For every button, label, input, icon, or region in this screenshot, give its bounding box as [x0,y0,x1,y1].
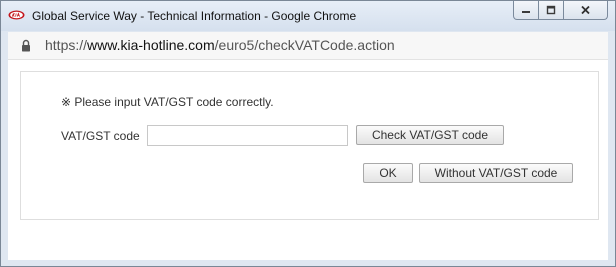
window-controls [513,1,608,21]
minimize-button[interactable] [513,1,539,20]
url-path: /euro5/checkVATCode.action [214,37,395,53]
notice-text: ※ Please input VAT/GST code correctly. [61,95,274,109]
url-host: www.kia-hotline.com [87,37,215,53]
close-icon [581,5,590,15]
vat-form-panel: ※ Please input VAT/GST code correctly. V… [20,71,599,220]
maximize-icon [546,5,556,15]
minimize-icon [522,11,530,13]
url-text[interactable]: https://www.kia-hotline.com/euro5/checkV… [45,37,395,53]
ok-button[interactable]: OK [363,163,413,183]
without-vat-button[interactable]: Without VAT/GST code [419,163,573,183]
url-prefix: https:// [45,37,88,53]
kia-logo-icon [8,10,25,20]
title-bar[interactable]: Global Service Way - Technical Informati… [1,1,615,31]
browser-window: Global Service Way - Technical Informati… [0,0,616,267]
vat-code-label: VAT/GST code [61,129,140,143]
window-title: Global Service Way - Technical Informati… [32,9,357,23]
lock-icon [22,39,30,52]
address-bar[interactable]: https://www.kia-hotline.com/euro5/checkV… [8,32,608,60]
maximize-button[interactable] [539,1,564,20]
close-button[interactable] [564,1,608,20]
vat-code-input[interactable] [147,125,348,146]
check-vat-button[interactable]: Check VAT/GST code [356,125,504,145]
page-content: ※ Please input VAT/GST code correctly. V… [8,60,608,260]
